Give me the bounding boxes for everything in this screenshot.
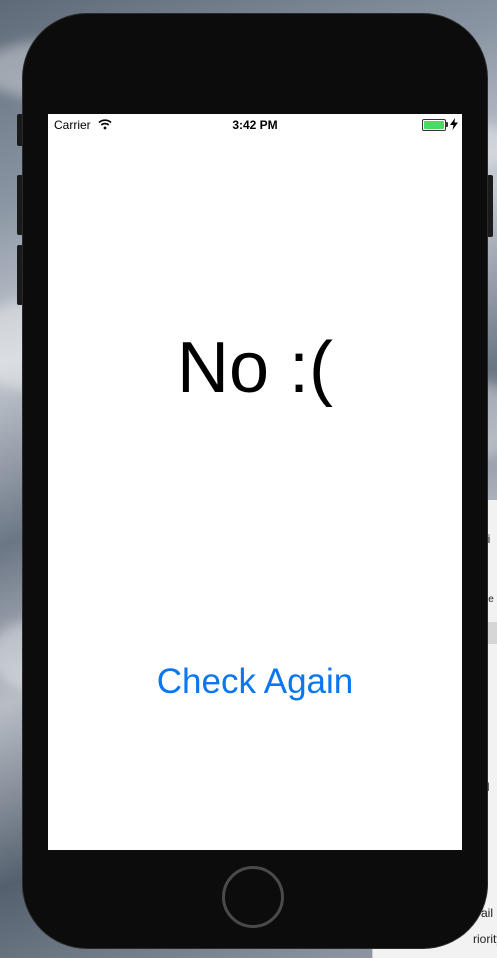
power-button xyxy=(487,175,493,237)
check-again-button[interactable]: Check Again xyxy=(120,658,390,706)
background-window-text: riority xyxy=(473,932,497,946)
battery-level-fill xyxy=(424,121,444,129)
status-bar: Carrier 3:42 PM xyxy=(48,114,462,134)
device-screen: Carrier 3:42 PM No :( Check Again xyxy=(48,114,462,850)
bolt-icon xyxy=(450,118,458,130)
home-button[interactable] xyxy=(222,866,284,928)
result-label: No :( xyxy=(176,328,334,408)
background-window-text: ail xyxy=(481,906,494,920)
battery-tip xyxy=(446,122,448,127)
battery-icon xyxy=(422,119,446,131)
status-time: 3:42 PM xyxy=(232,118,278,132)
